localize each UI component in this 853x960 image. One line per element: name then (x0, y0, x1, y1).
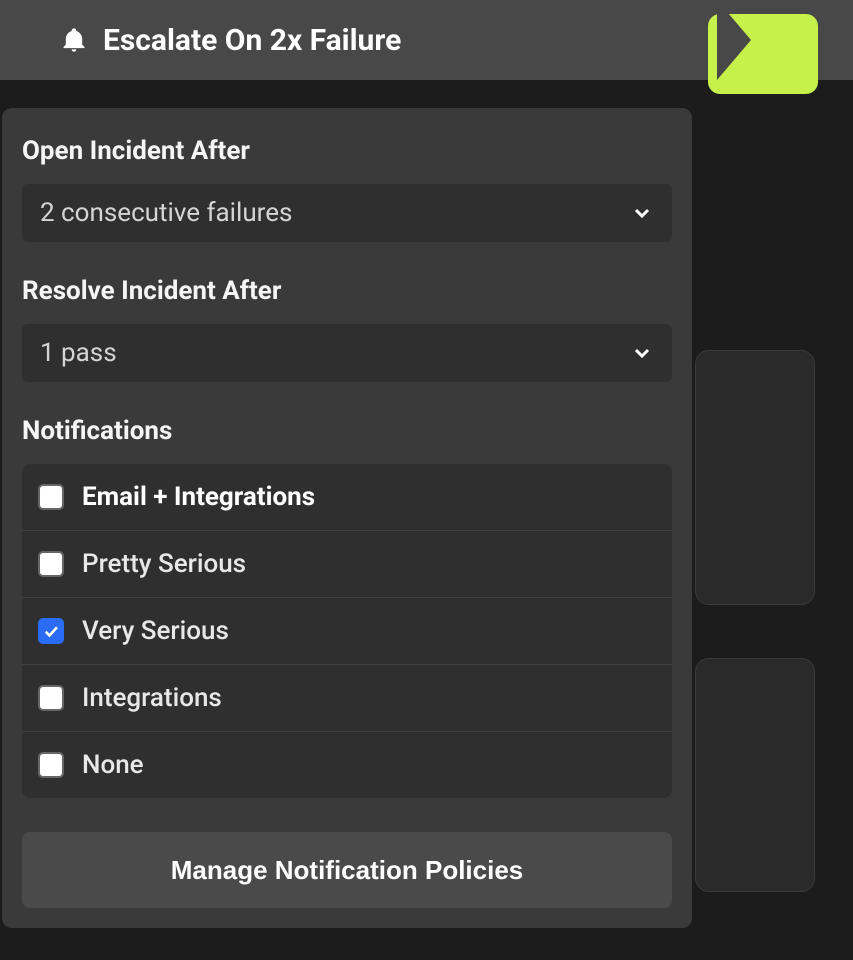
notification-item[interactable]: Pretty Serious (22, 531, 672, 598)
manage-policies-button[interactable]: Manage Notification Policies (22, 832, 672, 908)
bell-icon (60, 26, 88, 54)
notification-label: Very Serious (82, 616, 229, 646)
notification-item[interactable]: Email + Integrations (22, 464, 672, 531)
background-panel-2 (695, 658, 815, 892)
notification-label: Pretty Serious (82, 549, 246, 579)
checkbox[interactable] (38, 484, 64, 510)
background-panel-1 (695, 350, 815, 605)
notification-item[interactable]: None (22, 732, 672, 798)
open-incident-value: 2 consecutive failures (40, 198, 292, 228)
resolve-incident-label: Resolve Incident After (22, 276, 672, 306)
notification-label: Email + Integrations (82, 482, 315, 512)
resolve-incident-select[interactable]: 1 pass (22, 324, 672, 382)
settings-card: Open Incident After 2 consecutive failur… (2, 108, 692, 928)
notifications-list: Email + Integrations Pretty Serious Very S… (22, 464, 672, 798)
notification-label: Integrations (82, 683, 222, 713)
notification-item[interactable]: Very Serious (22, 598, 672, 665)
chevron-down-icon (630, 341, 654, 365)
checkbox[interactable] (38, 551, 64, 577)
resolve-incident-value: 1 pass (40, 338, 117, 368)
header-title: Escalate On 2x Failure (103, 23, 736, 58)
arrow-tail (717, 0, 751, 80)
chevron-down-icon (630, 201, 654, 225)
open-incident-label: Open Incident After (22, 136, 672, 166)
notifications-label: Notifications (22, 416, 672, 446)
notification-item[interactable]: Integrations (22, 665, 672, 732)
checkbox[interactable] (38, 618, 64, 644)
checkbox[interactable] (38, 685, 64, 711)
checkbox[interactable] (38, 752, 64, 778)
open-incident-select[interactable]: 2 consecutive failures (22, 184, 672, 242)
notification-label: None (82, 750, 144, 780)
header-bar[interactable]: Escalate On 2x Failure (0, 0, 853, 80)
